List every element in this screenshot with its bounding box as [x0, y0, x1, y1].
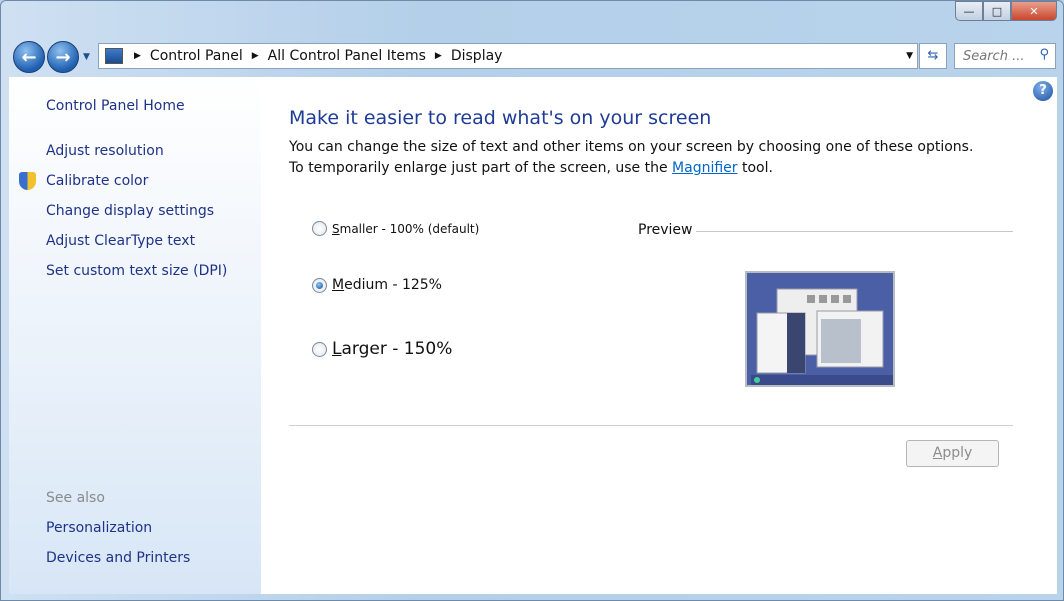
sidebar: Control Panel Home Adjust resolution Cal… — [9, 77, 261, 594]
preview-image — [745, 271, 895, 387]
description: You can change the size of text and othe… — [289, 137, 989, 179]
search-input[interactable]: Search ... ⚲ — [954, 43, 1056, 69]
change-display-settings-link[interactable]: Change display settings — [46, 203, 214, 219]
radio-smaller[interactable] — [312, 221, 327, 236]
preview-label: Preview — [638, 222, 693, 238]
access-key: S — [332, 221, 340, 236]
adjust-cleartype-link[interactable]: Adjust ClearType text — [46, 233, 195, 249]
option-medium[interactable]: Medium - 125% — [312, 277, 442, 293]
access-key: A — [932, 445, 943, 461]
adjust-resolution-link[interactable]: Adjust resolution — [46, 143, 164, 159]
devices-printers-link[interactable]: Devices and Printers — [46, 550, 190, 566]
option-label: edium - 125% — [344, 277, 442, 293]
address-bar[interactable]: ▶ Control Panel ▶ All Control Panel Item… — [98, 43, 918, 69]
calibrate-color-link[interactable]: Calibrate color — [46, 173, 148, 189]
main-content: ? Make it easier to read what's on your … — [261, 77, 1057, 594]
access-key: M — [332, 277, 345, 293]
option-label: maller - 100% (default) — [339, 221, 480, 236]
option-larger[interactable]: Larger - 150% — [312, 339, 452, 359]
maximize-button[interactable]: □ — [983, 1, 1011, 21]
description-text: You can change the size of text and othe… — [289, 139, 974, 176]
see-also-heading: See also — [46, 490, 105, 506]
breadcrumb-arrow-icon[interactable]: ▶ — [252, 51, 259, 61]
shield-icon — [19, 172, 36, 190]
access-key: L — [332, 339, 342, 359]
window: — □ ✕ ← → ▼ ▶ Control Panel ▶ All Contro… — [0, 0, 1064, 601]
option-smaller[interactable]: Smaller - 100% (default) — [312, 221, 479, 236]
personalization-link[interactable]: Personalization — [46, 520, 152, 536]
breadcrumb-arrow-icon[interactable]: ▶ — [435, 51, 442, 61]
radio-larger[interactable] — [312, 341, 327, 357]
apply-label: pply — [942, 445, 973, 461]
page-title: Make it easier to read what's on your sc… — [289, 107, 712, 129]
recent-pages-dropdown-icon[interactable]: ▼ — [83, 52, 90, 62]
minimize-button[interactable]: — — [955, 1, 983, 21]
magnifier-link[interactable]: Magnifier — [672, 160, 738, 176]
divider — [289, 425, 1013, 426]
breadcrumb-display[interactable]: Display — [451, 48, 503, 64]
address-dropdown-icon[interactable]: ▼ — [906, 51, 913, 61]
navigation: ← → ▼ — [13, 41, 90, 73]
breadcrumb-control-panel[interactable]: Control Panel — [150, 48, 243, 64]
description-text-end: tool. — [737, 160, 773, 176]
refresh-button[interactable]: ⇆ — [919, 43, 947, 69]
radio-medium[interactable] — [312, 277, 327, 293]
search-placeholder: Search ... — [963, 49, 1025, 64]
back-button[interactable]: ← — [13, 41, 45, 73]
apply-button[interactable]: Apply — [906, 440, 999, 467]
search-icon[interactable]: ⚲ — [1039, 47, 1049, 62]
caption-buttons: — □ ✕ — [955, 1, 1057, 21]
preview-divider — [696, 231, 1013, 232]
control-panel-home-link[interactable]: Control Panel Home — [46, 98, 185, 114]
control-panel-icon — [105, 48, 123, 64]
close-button[interactable]: ✕ — [1011, 1, 1057, 21]
custom-text-size-link[interactable]: Set custom text size (DPI) — [46, 263, 227, 279]
forward-button[interactable]: → — [47, 41, 79, 73]
option-label: arger - 150% — [341, 339, 453, 359]
breadcrumb-all-items[interactable]: All Control Panel Items — [268, 48, 426, 64]
breadcrumb-arrow-icon[interactable]: ▶ — [134, 51, 141, 61]
help-icon[interactable]: ? — [1033, 81, 1053, 101]
